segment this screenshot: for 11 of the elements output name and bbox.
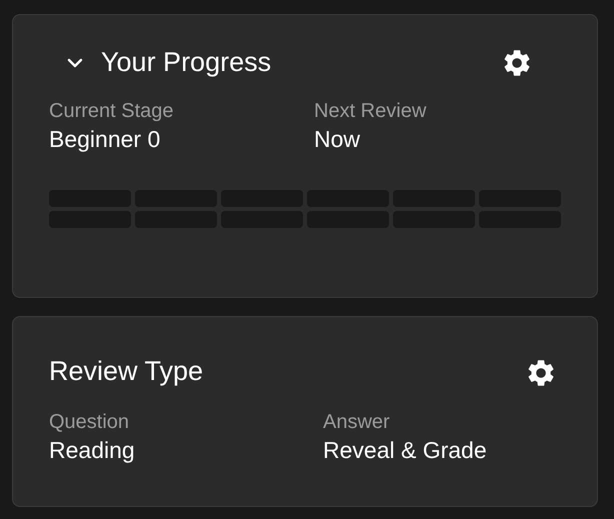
stat-value: Reveal & Grade	[323, 436, 487, 465]
section-title: Your Progress	[101, 48, 272, 78]
stat-label: Next Review	[314, 99, 426, 124]
stat-value: Reading	[49, 436, 135, 465]
stat-label: Question	[49, 410, 130, 435]
stat-value: Now	[314, 125, 360, 154]
stat-label: Answer	[323, 410, 390, 435]
stat-value: Beginner 0	[49, 125, 160, 154]
chevron-icon[interactable]	[67, 58, 83, 68]
stat-label: Current Stage	[49, 99, 174, 124]
section-title: Review Type	[49, 357, 204, 387]
